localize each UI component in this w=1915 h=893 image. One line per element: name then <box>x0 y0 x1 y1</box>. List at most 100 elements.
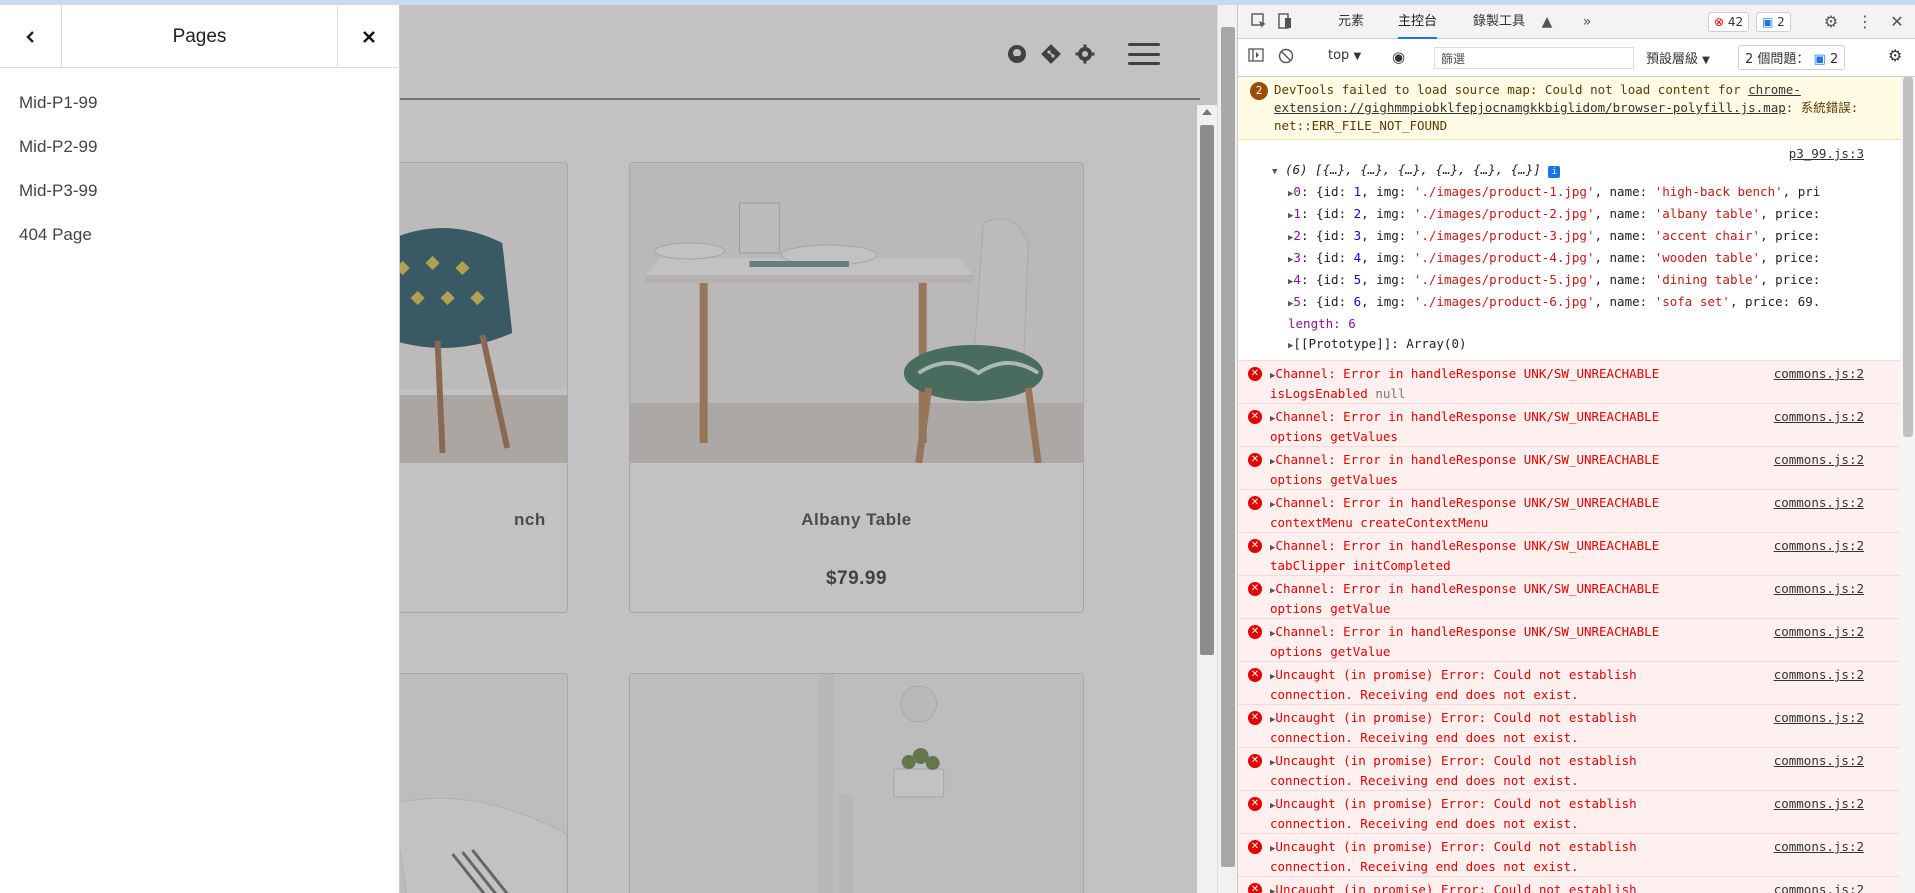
page-scrollbar[interactable] <box>1197 105 1217 893</box>
error-source-link[interactable]: commons.js:2 <box>1774 666 1864 684</box>
live-expression-eye-icon[interactable]: ◉ <box>1392 48 1405 66</box>
tab-elements[interactable]: 元素 <box>1338 5 1364 39</box>
array-item[interactable]: ▶0: {id: 1, img: './images/product-1.jpg… <box>1272 182 1900 204</box>
console-error[interactable]: ✕ ▶Uncaught (in promise) Error: Could not… <box>1238 747 1900 790</box>
error-message: Channel: Error in handleResponse UNK/SW_… <box>1275 452 1660 467</box>
error-source-link[interactable]: commons.js:2 <box>1774 795 1864 813</box>
error-message: Uncaught (in promise) Error: Could not e… <box>1275 839 1637 854</box>
window-scroll-thumb[interactable] <box>1221 27 1235 867</box>
drawer-header: Pages <box>0 5 400 68</box>
array-length-text: length: 6 <box>1288 316 1356 331</box>
array-item[interactable]: ▶4: {id: 5, img: './images/product-5.jpg… <box>1272 270 1900 292</box>
clear-console-icon[interactable] <box>1278 48 1294 68</box>
error-source-link[interactable]: commons.js:2 <box>1774 623 1864 641</box>
item-id: 3 <box>1353 228 1362 243</box>
item-id: 5 <box>1353 272 1362 287</box>
error-source-link[interactable]: commons.js:2 <box>1774 752 1864 770</box>
console-error[interactable]: ✕ ▶Uncaught (in promise) Error: Could not… <box>1238 833 1900 876</box>
item-tail: price: <box>1775 250 1821 265</box>
error-icon: ✕ <box>1248 840 1262 854</box>
console-error[interactable]: ✕ ▶Uncaught (in promise) Error: Could not… <box>1238 790 1900 833</box>
error-source-link[interactable]: commons.js:2 <box>1774 838 1864 856</box>
error-source-link[interactable]: commons.js:2 <box>1774 881 1864 893</box>
error-detail: connection. Receiving end does not exist… <box>1270 816 1579 831</box>
kebab-menu-icon[interactable]: ⋮ <box>1856 13 1874 31</box>
error-source-link[interactable]: commons.js:2 <box>1774 451 1864 469</box>
array-index: 3 <box>1293 250 1301 265</box>
drawer-item-404-page[interactable]: 404 Page <box>0 225 400 269</box>
item-name: 'accent chair' <box>1654 228 1761 243</box>
error-source-link[interactable]: commons.js:2 <box>1774 709 1864 727</box>
issues-count: 2 <box>1829 52 1839 67</box>
error-detail: options getValue <box>1270 601 1391 616</box>
console-scrollbar[interactable] <box>1900 77 1915 893</box>
log-source-link[interactable]: p3_99.js:3 <box>1238 140 1900 161</box>
array-prototype[interactable]: ▶[[Prototype]]: Array(0) <box>1272 334 1900 356</box>
array-item[interactable]: ▶1: {id: 2, img: './images/product-2.jpg… <box>1272 204 1900 226</box>
error-icon: ✕ <box>1248 711 1262 725</box>
error-message: Channel: Error in handleResponse UNK/SW_… <box>1275 581 1660 596</box>
console-filter-input[interactable]: 篩選 <box>1434 47 1634 69</box>
error-source-link[interactable]: commons.js:2 <box>1774 580 1864 598</box>
error-message: Channel: Error in handleResponse UNK/SW_… <box>1275 366 1660 381</box>
console-settings-icon[interactable]: ⚙ <box>1888 46 1902 65</box>
window-scrollbar[interactable] <box>1217 5 1237 893</box>
console-error[interactable]: ✕ ▶Uncaught (in promise) Error: Could not… <box>1238 876 1900 893</box>
tab-console[interactable]: 主控台 <box>1398 5 1438 39</box>
array-item[interactable]: ▶3: {id: 4, img: './images/product-4.jpg… <box>1272 248 1900 270</box>
log-levels-dropdown[interactable]: 預設層級 ▼ <box>1646 48 1710 67</box>
console-log-array[interactable]: ▼ (6) [{…}, {…}, {…}, {…}, {…}, {…}] i ▶… <box>1238 160 1900 356</box>
console-warning: 2 DevTools failed to load source map: Co… <box>1238 77 1900 140</box>
message-count-badge[interactable]: ▣ 2 <box>1756 12 1791 32</box>
close-icon[interactable] <box>337 5 400 68</box>
inspect-icon[interactable] <box>1250 13 1268 31</box>
pages-drawer: Pages Mid-P1-99 Mid-P2-99 Mid-P3-99 404 … <box>0 5 400 893</box>
more-tabs-icon[interactable]: » <box>1578 13 1596 31</box>
error-source-link[interactable]: commons.js:2 <box>1774 365 1864 383</box>
console-error[interactable]: ✕ ▶Channel: Error in handleResponse UNK/S… <box>1238 360 1900 403</box>
drawer-item-mid-p1-99[interactable]: Mid-P1-99 <box>0 93 400 137</box>
error-source-link[interactable]: commons.js:2 <box>1774 408 1864 426</box>
error-count-badge[interactable]: ⊗ 42 <box>1708 12 1750 32</box>
chevron-left-icon[interactable] <box>0 5 62 68</box>
console-error[interactable]: ✕ ▶Uncaught (in promise) Error: Could not… <box>1238 661 1900 704</box>
error-icon: ✕ <box>1248 625 1262 639</box>
warning-text: DevTools failed to load source map: Coul… <box>1274 82 1749 97</box>
array-summary[interactable]: ▼ (6) [{…}, {…}, {…}, {…}, {…}, {…}] i <box>1272 160 1900 182</box>
item-id: 4 <box>1353 250 1362 265</box>
console-error[interactable]: ✕ ▶Uncaught (in promise) Error: Could not… <box>1238 704 1900 747</box>
console-error[interactable]: ✕ ▶Channel: Error in handleResponse UNK/S… <box>1238 403 1900 446</box>
item-tail: price: <box>1775 206 1821 221</box>
context-selector[interactable]: top ▼ <box>1328 48 1361 63</box>
sidebar-toggle-icon[interactable] <box>1248 48 1264 66</box>
error-detail: contextMenu createContextMenu <box>1270 515 1489 530</box>
drawer-item-mid-p3-99[interactable]: Mid-P3-99 <box>0 181 400 225</box>
console-scroll-thumb[interactable] <box>1903 77 1913 437</box>
error-icon: ✕ <box>1248 883 1262 893</box>
error-message: Uncaught (in promise) Error: Could not e… <box>1275 667 1637 682</box>
settings-gear-icon[interactable]: ⚙ <box>1822 13 1840 31</box>
error-source-link[interactable]: commons.js:2 <box>1774 494 1864 512</box>
close-devtools-icon[interactable]: ✕ <box>1888 13 1906 31</box>
item-tail: price: 69. <box>1745 294 1821 309</box>
scroll-thumb[interactable] <box>1200 125 1214 655</box>
drawer-item-mid-p2-99[interactable]: Mid-P2-99 <box>0 137 400 181</box>
tab-recorder[interactable]: 錄製工具 <box>1473 5 1525 39</box>
scroll-up-icon[interactable] <box>1202 109 1212 115</box>
error-detail: connection. Receiving end does not exist… <box>1270 687 1579 702</box>
console-error[interactable]: ✕ ▶Channel: Error in handleResponse UNK/S… <box>1238 446 1900 489</box>
console-error[interactable]: ✕ ▶Channel: Error in handleResponse UNK/S… <box>1238 618 1900 661</box>
warning-count-badge: 2 <box>1250 82 1268 100</box>
console-error[interactable]: ✕ ▶Channel: Error in handleResponse UNK/S… <box>1238 575 1900 618</box>
console-error[interactable]: ✕ ▶Channel: Error in handleResponse UNK/S… <box>1238 532 1900 575</box>
array-item[interactable]: ▶2: {id: 3, img: './images/product-3.jpg… <box>1272 226 1900 248</box>
log-levels-label: 預設層級 <box>1646 52 1699 67</box>
array-item[interactable]: ▶5: {id: 6, img: './images/product-6.jpg… <box>1272 292 1900 314</box>
device-toggle-icon[interactable] <box>1276 13 1294 31</box>
console-error[interactable]: ✕ ▶Channel: Error in handleResponse UNK/S… <box>1238 489 1900 532</box>
item-img: './images/product-4.jpg' <box>1413 250 1595 265</box>
issues-button[interactable]: 2 個問題： ▣ 2 <box>1738 45 1846 70</box>
devtools-tabbar: 元素 主控台 錄製工具 ▲ » ⊗ 42 ▣ 2 ⚙ ⋮ ✕ <box>1238 5 1915 39</box>
error-source-link[interactable]: commons.js:2 <box>1774 537 1864 555</box>
devtools-panel: 元素 主控台 錄製工具 ▲ » ⊗ 42 ▣ 2 ⚙ ⋮ ✕ top ▼ ◉ 篩… <box>1237 5 1915 893</box>
